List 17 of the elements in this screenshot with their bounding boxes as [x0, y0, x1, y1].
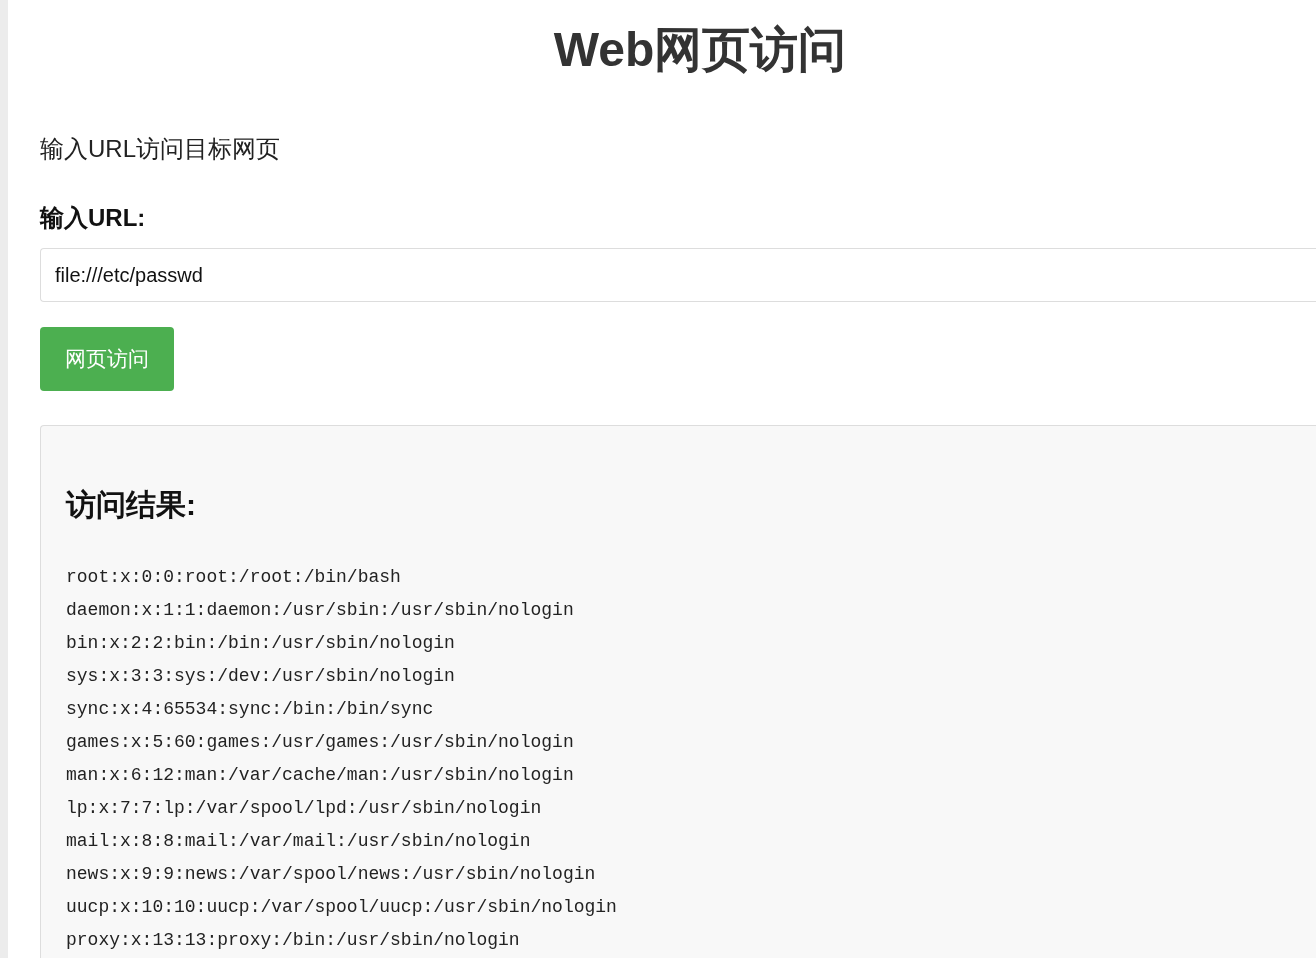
output-line: man:x:6:12:man:/var/cache/man:/usr/sbin/nologin: [66, 764, 574, 786]
output-line: proxy:x:13:13:proxy:/bin:/usr/sbin/nologin: [66, 929, 520, 951]
output-line: uucp:x:10:10:uucp:/var/spool/uucp:/usr/sbin/nologin: [66, 896, 617, 918]
url-input[interactable]: file:///etc/passwd: [40, 248, 1316, 302]
output-line: daemon:x:1:1:daemon:/usr/sbin:/usr/sbin/nologin: [66, 599, 574, 621]
output-line: news:x:9:9:news:/var/spool/news:/usr/sbin/nologin: [66, 863, 596, 885]
output-line: sync:x:4:65534:sync:/bin:/bin/sync: [66, 698, 434, 720]
result-heading: 访问结果:: [66, 487, 197, 523]
page-subtitle: 输入URL访问目标网页: [40, 134, 280, 164]
page-title: Web网页访问: [552, 22, 848, 78]
output-line: games:x:5:60:games:/usr/games:/usr/sbin/nologin: [66, 731, 574, 753]
url-label: 输入URL:: [40, 203, 146, 233]
output-line: mail:x:8:8:mail:/var/mail:/usr/sbin/nologin: [66, 830, 531, 852]
output-line: sys:x:3:3:sys:/dev:/usr/sbin/nologin: [66, 665, 455, 687]
output-line: root:x:0:0:root:/root:/bin/bash: [66, 566, 401, 588]
output-line: lp:x:7:7:lp:/var/spool/lpd:/usr/sbin/nologin: [66, 797, 542, 819]
output-line: bin:x:2:2:bin:/bin:/usr/sbin/nologin: [66, 632, 455, 654]
